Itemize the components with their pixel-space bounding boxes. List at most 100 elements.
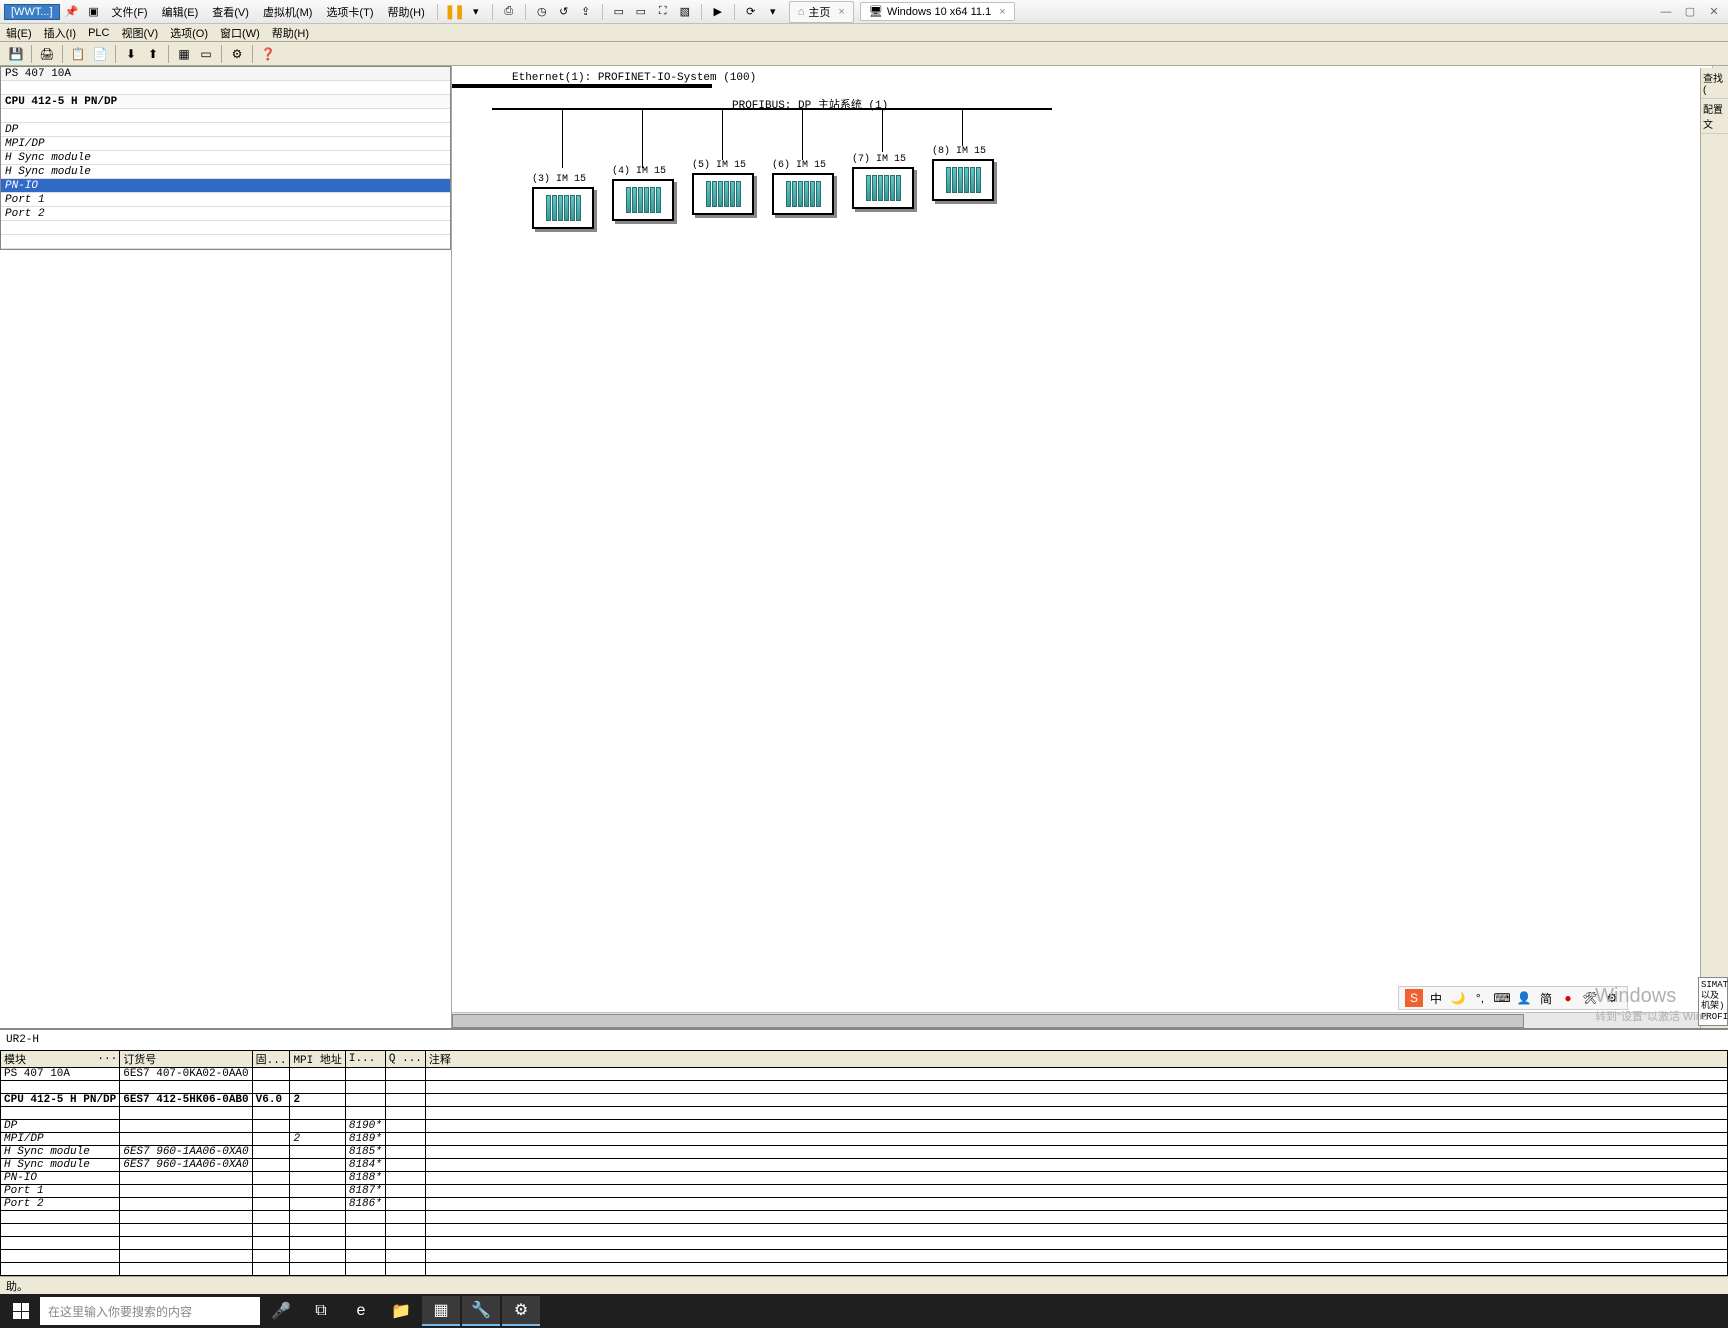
table-row[interactable] <box>1 1224 1728 1237</box>
th-comment[interactable]: 注释 <box>425 1051 1727 1068</box>
close-icon[interactable]: × <box>999 6 1005 18</box>
menu-tabs[interactable]: 选项卡(T) <box>320 2 379 22</box>
th-mpi[interactable]: MPI 地址 <box>290 1051 345 1068</box>
rack-cpu[interactable]: CPU 412-5 H PN/DP <box>1 95 450 109</box>
submenu-view[interactable]: 视图(V) <box>115 25 164 41</box>
network-icon[interactable]: ⚙ <box>227 44 247 64</box>
module-table[interactable]: 模块 ... 订货号 固... MPI 地址 I... Q ... 注释 PS … <box>0 1050 1728 1276</box>
clock-icon[interactable]: ◷ <box>532 2 552 22</box>
ime-person-icon[interactable]: 👤 <box>1515 989 1533 1007</box>
print-icon[interactable]: 🖨 <box>37 44 57 64</box>
horizontal-scrollbar[interactable] <box>452 1012 1728 1028</box>
rack-empty[interactable] <box>1 221 450 235</box>
node-im15-7[interactable]: (7) IM 15 <box>852 154 922 209</box>
upload-icon[interactable]: ⬆ <box>143 44 163 64</box>
th-q[interactable]: Q ... <box>385 1051 425 1068</box>
ime-logo-icon[interactable]: S <box>1405 989 1423 1007</box>
module-icon[interactable]: ▦ <box>174 44 194 64</box>
ime-moon-icon[interactable]: 🌙 <box>1449 989 1467 1007</box>
close-window-icon[interactable]: ✕ <box>1704 3 1724 21</box>
submenu-insert[interactable]: 插入(I) <box>38 25 82 41</box>
node-im15-3[interactable]: (3) IM 15 <box>532 174 602 229</box>
rack-empty[interactable] <box>1 109 450 123</box>
window-icon[interactable]: ▭ <box>196 44 216 64</box>
revert-icon[interactable]: ↺ <box>554 2 574 22</box>
menu-vm[interactable]: 虚拟机(M) <box>257 2 319 22</box>
table-row[interactable]: MPI/DP28189* <box>1 1133 1728 1146</box>
table-row[interactable] <box>1 1081 1728 1094</box>
ime-lang[interactable]: 中 <box>1427 989 1445 1007</box>
dropdown2-icon[interactable]: ▾ <box>763 2 783 22</box>
table-row[interactable]: Port 28186* <box>1 1198 1728 1211</box>
table-row[interactable]: Port 18187* <box>1 1185 1728 1198</box>
table-row[interactable] <box>1 1237 1728 1250</box>
th-order[interactable]: 订货号 <box>120 1051 252 1068</box>
rack-port2[interactable]: Port 2 <box>1 207 450 221</box>
cycle-icon[interactable]: ⟳ <box>741 2 761 22</box>
app1-icon[interactable]: ▦ <box>422 1296 460 1326</box>
manage-icon[interactable]: ⇪ <box>576 2 596 22</box>
submenu-edit[interactable]: 辑(E) <box>0 25 38 41</box>
pin-icon[interactable]: 📌 <box>62 2 82 22</box>
ime-keyboard-icon[interactable]: ⌨ <box>1493 989 1511 1007</box>
fit-icon[interactable]: ▭ <box>631 2 651 22</box>
taskview-icon[interactable]: ⧉ <box>302 1296 340 1326</box>
submenu-window[interactable]: 窗口(W) <box>214 25 266 41</box>
tabs-icon[interactable]: ▣ <box>84 2 104 22</box>
rack-pnio[interactable]: PN-IO <box>1 179 450 193</box>
th-i[interactable]: I... <box>345 1051 385 1068</box>
dropdown-icon[interactable]: ▾ <box>466 2 486 22</box>
table-row[interactable]: PN-IO8188* <box>1 1172 1728 1185</box>
rack-empty[interactable] <box>1 81 450 95</box>
right-panel[interactable]: 查找( 配置文 <box>1700 68 1728 1028</box>
maximize-icon[interactable]: ▢ <box>1680 3 1700 21</box>
explorer-icon[interactable]: 📁 <box>382 1296 420 1326</box>
submenu-plc[interactable]: PLC <box>82 27 115 39</box>
stretch-icon[interactable]: ▧ <box>675 2 695 22</box>
th-module[interactable]: 模块 ... <box>1 1051 120 1068</box>
edge-icon[interactable]: e <box>342 1296 380 1326</box>
fullscreen-icon[interactable]: ⛶ <box>653 2 673 22</box>
help-icon[interactable]: ❓ <box>258 44 278 64</box>
minimize-icon[interactable]: — <box>1656 3 1676 21</box>
node-im15-8[interactable]: (8) IM 15 <box>932 146 1002 201</box>
table-row[interactable]: H Sync module6ES7 960-1AA06-0XA08184* <box>1 1159 1728 1172</box>
unity-icon[interactable]: ▭ <box>609 2 629 22</box>
network-diagram[interactable]: Ethernet(1): PROFINET-IO-System (100) PR… <box>452 66 1728 1028</box>
app2-icon[interactable]: 🔧 <box>462 1296 500 1326</box>
menu-file[interactable]: 文件(F) <box>106 2 154 22</box>
rack-hsync2[interactable]: H Sync module <box>1 165 450 179</box>
th-fw[interactable]: 固... <box>252 1051 290 1068</box>
rack-port1[interactable]: Port 1 <box>1 193 450 207</box>
rack-hsync1[interactable]: H Sync module <box>1 151 450 165</box>
table-row[interactable] <box>1 1263 1728 1276</box>
download-icon[interactable]: ⬇ <box>121 44 141 64</box>
submenu-options[interactable]: 选项(O) <box>164 25 214 41</box>
mic-icon[interactable]: 🎤 <box>262 1296 300 1326</box>
save-icon[interactable]: 💾 <box>6 44 26 64</box>
search-input[interactable]: 在这里输入你要搜索的内容 <box>40 1297 260 1325</box>
menu-view[interactable]: 查看(V) <box>206 2 255 22</box>
submenu-help[interactable]: 帮助(H) <box>266 25 315 41</box>
table-row[interactable] <box>1 1250 1728 1263</box>
node-im15-6[interactable]: (6) IM 15 <box>772 160 842 215</box>
start-button[interactable] <box>4 1296 38 1326</box>
ime-simp[interactable]: 简 <box>1537 989 1555 1007</box>
rack-mpidp[interactable]: MPI/DP <box>1 137 450 151</box>
table-row[interactable] <box>1 1107 1728 1120</box>
rack-ps[interactable]: PS 407 10A <box>1 67 450 81</box>
copy-icon[interactable]: 📋 <box>68 44 88 64</box>
close-icon[interactable]: × <box>838 6 844 18</box>
table-row[interactable] <box>1 1211 1728 1224</box>
table-row[interactable]: DP8190* <box>1 1120 1728 1133</box>
rack-dp[interactable]: DP <box>1 123 450 137</box>
menu-help[interactable]: 帮助(H) <box>381 2 430 22</box>
tab-vm[interactable]: 🖥Windows 10 x64 11.1× <box>860 2 1015 21</box>
ime-comma-icon[interactable]: °, <box>1471 989 1489 1007</box>
table-row[interactable]: CPU 412-5 H PN/DP6ES7 412-5HK06-0AB0V6.0… <box>1 1094 1728 1107</box>
ime-toolbar[interactable]: S 中 🌙 °, ⌨ 👤 简 ● 🛠 ⚙ <box>1398 986 1628 1010</box>
tab-home[interactable]: ⌂主页× <box>789 1 854 23</box>
node-im15-5[interactable]: (5) IM 15 <box>692 160 762 215</box>
node-im15-4[interactable]: (4) IM 15 <box>612 166 682 221</box>
table-row[interactable]: PS 407 10A6ES7 407-0KA02-0AA0 <box>1 1068 1728 1081</box>
